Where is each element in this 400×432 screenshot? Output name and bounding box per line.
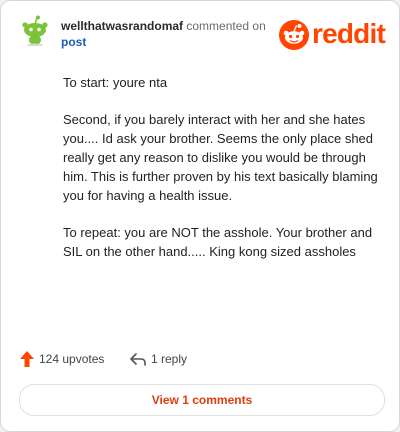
comment-paragraph: Second, if you barely interact with her …: [63, 112, 378, 203]
reddit-wordmark: reddit: [312, 18, 386, 49]
snoo-avatar-icon[interactable]: [19, 14, 51, 47]
reddit-logo[interactable]: reddit: [279, 18, 387, 50]
author-username[interactable]: wellthatwasrandomaf: [61, 19, 183, 33]
view-comments-button[interactable]: View 1 comments: [19, 384, 385, 416]
comment-card: wellthatwasrandomaf commented on post re…: [0, 0, 400, 432]
comment-paragraph: To repeat: you are NOT the asshole. Your…: [63, 225, 373, 259]
reply-arrow-icon[interactable]: [129, 351, 147, 367]
upvote-count: 124 upvotes: [39, 352, 105, 366]
reddit-logo-icon: [279, 20, 309, 50]
comment-paragraph: To start: youre nta: [63, 75, 168, 90]
on-label: on: [252, 19, 266, 33]
commented-label: commented: [186, 19, 250, 33]
comment-body: To start: youre nta Second, if you barel…: [63, 73, 381, 279]
comment-actions: 124 upvotes 1 reply: [19, 349, 379, 369]
upvote-arrow-icon[interactable]: [19, 350, 35, 368]
comment-author-line: wellthatwasrandomaf commented on post: [61, 18, 266, 50]
reply-count[interactable]: 1 reply: [151, 352, 187, 366]
post-link[interactable]: post: [61, 35, 86, 49]
